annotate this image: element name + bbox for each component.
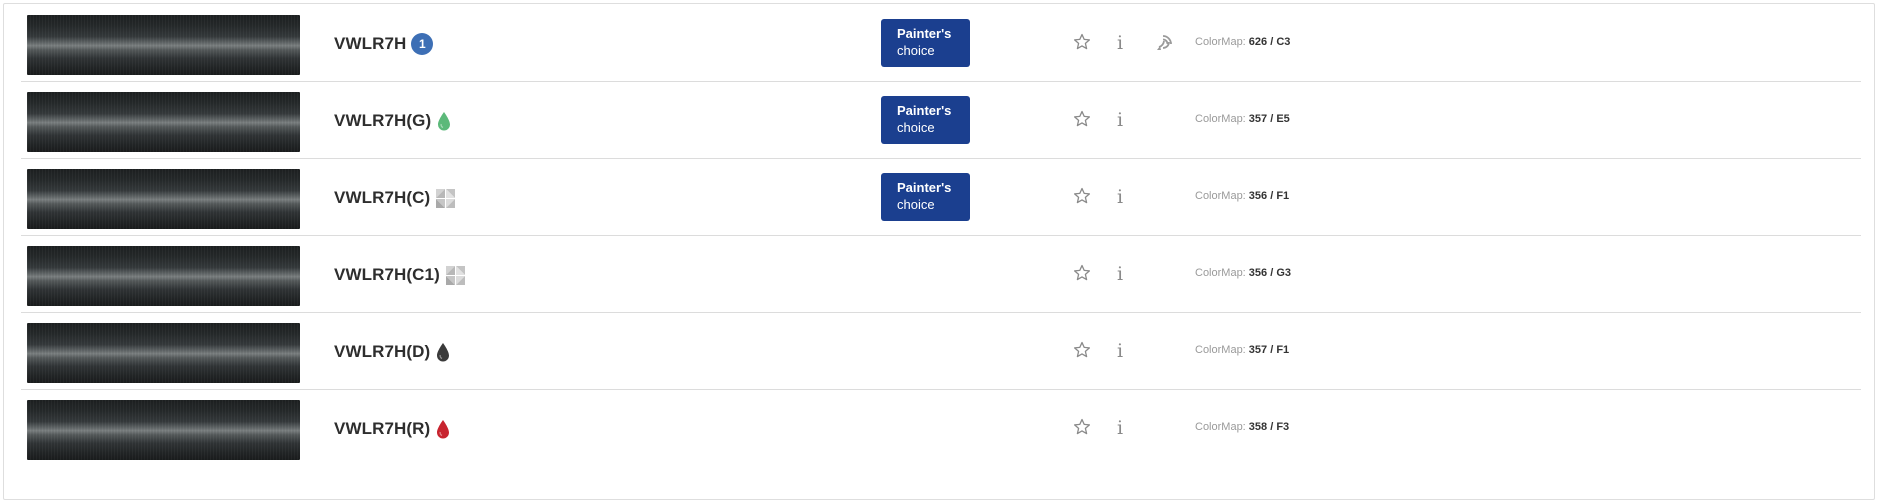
painters-choice-badge: Painter's choice (881, 96, 970, 144)
color-swatch[interactable] (27, 92, 300, 152)
info-icon[interactable]: i (1113, 31, 1127, 55)
painters-choice-line2: choice (897, 120, 935, 135)
color-code-group: VWLR7H 1 (334, 31, 434, 57)
colormap-value: 357 / E5 (1248, 113, 1290, 125)
color-row[interactable]: VWLR7H(R) i ColorMap: 358 / F3 (21, 390, 1861, 467)
colormap-value: 358 / F3 (1248, 421, 1290, 433)
color-code[interactable]: VWLR7H(G) (334, 111, 431, 131)
variant-count-badge: 1 (411, 33, 434, 55)
colormap-text: ColorMap: 358 / F3 (1195, 421, 1289, 433)
painters-choice-line2: choice (897, 43, 935, 58)
star-icon[interactable] (1073, 187, 1091, 205)
star-icon[interactable] (1073, 110, 1091, 128)
color-swatch[interactable] (27, 169, 300, 229)
color-code[interactable]: VWLR7H(R) (334, 419, 430, 439)
color-code[interactable]: VWLR7H(D) (334, 342, 430, 362)
color-code-group: VWLR7H(G) (334, 108, 452, 134)
star-icon[interactable] (1073, 341, 1091, 359)
color-swatch[interactable] (27, 400, 300, 460)
star-icon[interactable] (1073, 33, 1091, 51)
colormap-text: ColorMap: 626 / C3 (1195, 36, 1290, 48)
colormap-value: 357 / F1 (1248, 344, 1290, 356)
color-code[interactable]: VWLR7H (334, 34, 406, 54)
color-row[interactable]: VWLR7H(C1) i ColorMap: 356 / G3 (21, 236, 1861, 313)
painters-choice-badge: Painter's choice (881, 173, 970, 221)
color-code[interactable]: VWLR7H(C) (334, 188, 430, 208)
color-code-group: VWLR7H(D) (334, 339, 451, 365)
color-code-group: VWLR7H(C1) (334, 262, 466, 288)
colormap-label: ColorMap: (1195, 344, 1249, 356)
colormap-text: ColorMap: 357 / F1 (1195, 344, 1289, 356)
colormap-text: ColorMap: 357 / E5 (1195, 113, 1290, 125)
color-code[interactable]: VWLR7H(C1) (334, 265, 440, 285)
painters-choice-line1: Painter's (897, 103, 952, 118)
color-code-group: VWLR7H(R) (334, 416, 451, 442)
painters-choice-line1: Painter's (897, 26, 952, 41)
color-row[interactable]: VWLR7H(D) i ColorMap: 357 / F1 (21, 313, 1861, 390)
color-swatch[interactable] (27, 323, 300, 383)
effect-triangles-icon (444, 264, 466, 286)
drop-icon (438, 111, 451, 130)
star-icon[interactable] (1073, 418, 1091, 436)
color-row[interactable]: VWLR7H(C) Painter's choice i ColorMap: 3… (21, 159, 1861, 236)
color-swatch[interactable] (27, 246, 300, 306)
colormap-value: 626 / C3 (1248, 36, 1291, 48)
painters-choice-badge: Painter's choice (881, 19, 970, 67)
color-list-panel: VWLR7H 1 Painter's choice i ColorMap: 62… (3, 3, 1875, 500)
info-icon[interactable]: i (1113, 185, 1127, 209)
signal-icon[interactable] (1154, 32, 1175, 53)
color-row[interactable]: VWLR7H(G) Painter's choice i ColorMap: 3… (21, 82, 1861, 159)
colormap-label: ColorMap: (1195, 267, 1249, 279)
colormap-label: ColorMap: (1195, 421, 1249, 433)
info-icon[interactable]: i (1113, 262, 1127, 286)
colormap-label: ColorMap: (1195, 190, 1249, 202)
drop-icon (437, 419, 450, 438)
drop-icon (437, 342, 450, 361)
info-icon[interactable]: i (1113, 416, 1127, 440)
painters-choice-line1: Painter's (897, 180, 952, 195)
colormap-label: ColorMap: (1195, 113, 1249, 125)
info-icon[interactable]: i (1113, 108, 1127, 132)
painters-choice-line2: choice (897, 197, 935, 212)
star-icon[interactable] (1073, 264, 1091, 282)
colormap-value: 356 / G3 (1248, 267, 1291, 279)
color-swatch[interactable] (27, 15, 300, 75)
colormap-label: ColorMap: (1195, 36, 1249, 48)
color-row[interactable]: VWLR7H 1 Painter's choice i ColorMap: 62… (21, 5, 1861, 82)
colormap-text: ColorMap: 356 / G3 (1195, 267, 1291, 279)
info-icon[interactable]: i (1113, 339, 1127, 363)
colormap-text: ColorMap: 356 / F1 (1195, 190, 1289, 202)
color-code-group: VWLR7H(C) (334, 185, 457, 211)
colormap-value: 356 / F1 (1248, 190, 1290, 202)
effect-triangles-icon (435, 187, 457, 209)
